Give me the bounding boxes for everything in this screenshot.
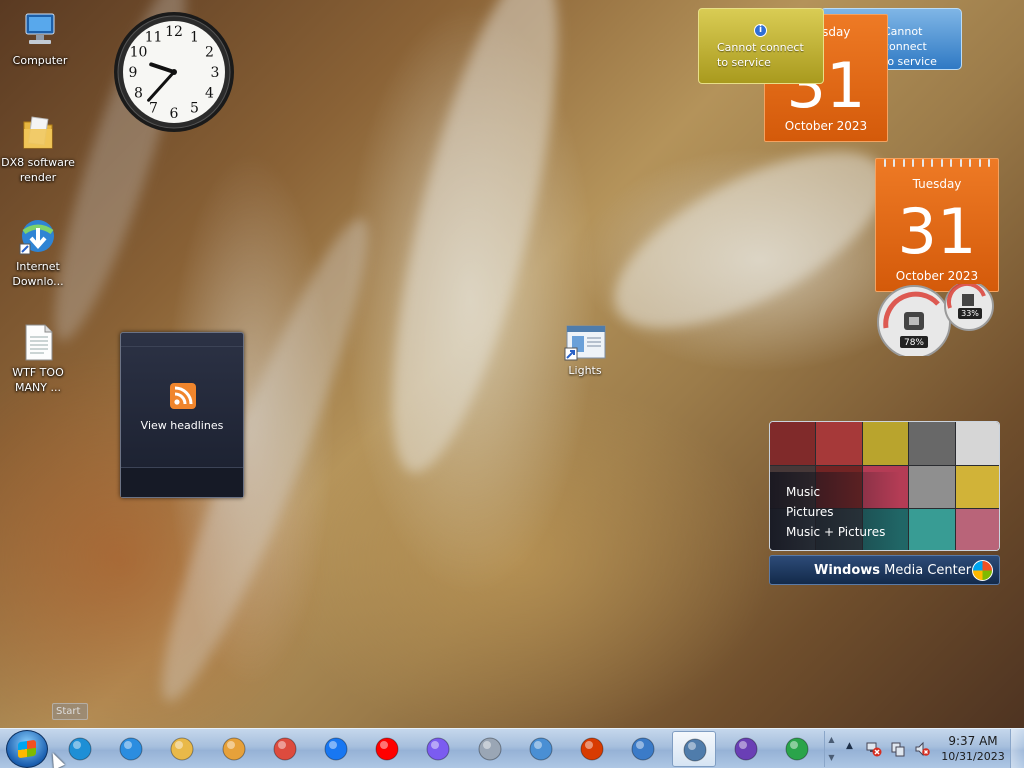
internet-download-manager-icon <box>783 736 811 762</box>
taskbar-button-control-panel[interactable] <box>519 731 563 767</box>
desktop-icon-computer[interactable]: Computer <box>2 10 78 68</box>
weather-error-text: Cannot connect to service <box>883 25 937 68</box>
start-tooltip: Start <box>52 703 88 720</box>
clock-number: 8 <box>134 86 143 102</box>
clock-number: 11 <box>145 30 163 46</box>
weather-error-text: Cannot connect to service <box>717 41 804 69</box>
facebook-icon <box>322 736 350 762</box>
taskbar-button-lights-app[interactable] <box>672 731 716 767</box>
media-center-title: Windows Media Center <box>814 563 972 578</box>
volume-muted-icon[interactable] <box>914 741 930 757</box>
taskbar-button-media-player[interactable] <box>212 731 256 767</box>
taskbar-scroll[interactable]: ▲ ▼ <box>824 731 838 767</box>
calendar-month-year: October 2023 <box>784 119 868 133</box>
scanner-icon <box>476 736 504 762</box>
desktop-icon-lights[interactable]: Lights <box>556 324 614 377</box>
copilot-icon <box>424 736 452 762</box>
clock-number: 4 <box>205 86 214 102</box>
text-document-icon <box>18 322 58 362</box>
control-panel-icon <box>527 736 555 762</box>
calendar-month-year: October 2023 <box>895 269 979 283</box>
calendar-gadget-front[interactable]: Tuesday 31 October 2023 <box>875 158 999 292</box>
remote-desktop-icon <box>629 736 657 762</box>
media-center-gadget[interactable]: Music Pictures Music + Pictures <box>769 421 1000 551</box>
memory-percent: 33% <box>961 309 979 318</box>
taskbar-button-chrome[interactable] <box>263 731 307 767</box>
desktop-icon-internet-download-manager[interactable]: Internet Downlo... <box>0 216 76 289</box>
wallpaper-streak <box>589 116 911 364</box>
clock-face: 12 12 3 45678 9 1011 <box>114 12 234 132</box>
media-item-music[interactable]: Music <box>786 485 820 499</box>
show-hidden-icons-button[interactable]: ▲ <box>846 741 853 751</box>
office-icon <box>578 736 606 762</box>
clock-number: 6 <box>170 106 179 122</box>
clock-number: 9 <box>129 65 138 81</box>
show-desktop-button[interactable] <box>1010 729 1024 768</box>
action-center-icon[interactable] <box>890 741 906 757</box>
taskbar-button-scanner[interactable] <box>468 731 512 767</box>
rss-gadget-footer <box>121 467 243 497</box>
media-center-icon <box>732 736 760 762</box>
desktop-icon-dx8-software-render[interactable]: DX8 software render <box>0 112 76 185</box>
chrome-icon <box>271 736 299 762</box>
internet-download-manager-icon <box>18 216 58 256</box>
desktop: Computer DX8 software render Internet Do… <box>0 0 1024 728</box>
scroll-up-icon[interactable]: ▲ <box>825 731 838 749</box>
taskbar-button-facebook[interactable] <box>314 731 358 767</box>
microsoft-edge-icon <box>66 736 94 762</box>
media-item-pictures[interactable]: Pictures <box>786 505 834 519</box>
clock-number: 1 <box>190 30 199 46</box>
clock-number: 2 <box>205 45 214 61</box>
lights-app-icon <box>681 737 709 763</box>
clock-number: 3 <box>211 65 220 81</box>
weather-gadget-gold[interactable]: i Cannot connect to service <box>698 8 824 84</box>
taskbar-button-microsoft-edge[interactable] <box>58 731 102 767</box>
youtube-icon <box>373 736 401 762</box>
computer-icon <box>20 10 60 50</box>
tray-clock-time[interactable]: 9:37 AM <box>938 734 1008 748</box>
lights-shortcut-icon <box>563 324 607 362</box>
clock-number: 12 <box>165 24 183 40</box>
rss-headlines-gadget[interactable]: View headlines <box>120 332 244 498</box>
memory-icon <box>962 294 974 306</box>
rss-feed-icon <box>170 383 196 409</box>
windows-media-center-bar[interactable]: Windows Media Center <box>769 555 1000 585</box>
taskbar-button-remote-desktop[interactable] <box>621 731 665 767</box>
media-player-icon <box>220 736 248 762</box>
cpu-meter-gadget[interactable]: 78% 33% <box>874 281 998 359</box>
network-error-icon[interactable] <box>866 741 882 757</box>
system-tray: ▲ 9:37 AM 10/31/2023 <box>842 729 1024 768</box>
folder-icon <box>18 112 58 152</box>
windows-logo-icon <box>972 560 993 581</box>
lights-label: Lights <box>568 364 602 377</box>
windows-logo-icon <box>18 739 36 759</box>
media-item-music-pictures[interactable]: Music + Pictures <box>786 525 885 539</box>
view-headlines-link[interactable]: View headlines <box>121 419 243 432</box>
calendar-day-number: 31 <box>897 195 977 268</box>
internet-explorer-icon <box>117 736 145 762</box>
taskbar-button-youtube[interactable] <box>365 731 409 767</box>
clock-number: 7 <box>149 101 158 117</box>
calendar-rings <box>876 159 998 169</box>
clock-gadget[interactable]: 12 1 2 3 4 5 6 7 8 9 10 11 <box>110 10 238 134</box>
taskbar-button-internet-explorer[interactable] <box>109 731 153 767</box>
taskbar-button-media-center[interactable] <box>724 731 768 767</box>
taskbar-button-copilot[interactable] <box>416 731 460 767</box>
desktop-icon-text-document[interactable]: WTF TOO MANY ... <box>0 322 76 395</box>
start-button[interactable] <box>6 730 48 768</box>
taskbar: ▲ ▼ ▲ 9:37 AM 10/31/2023 <box>0 728 1024 768</box>
taskbar-button-internet-download-manager[interactable] <box>775 731 819 767</box>
rss-gadget-header <box>121 333 243 347</box>
clock-number: 5 <box>190 101 199 117</box>
cpu-percent: 78% <box>904 338 924 348</box>
taskbar-button-office[interactable] <box>570 731 614 767</box>
clock-number: 10 <box>130 45 148 61</box>
file-explorer-icon <box>168 736 196 762</box>
scroll-down-icon[interactable]: ▼ <box>825 749 838 767</box>
taskbar-button-file-explorer[interactable] <box>160 731 204 767</box>
wallpaper-streak <box>358 0 592 486</box>
calendar-day-of-week: Tuesday <box>912 177 962 191</box>
tray-clock-date[interactable]: 10/31/2023 <box>938 750 1008 763</box>
info-icon: i <box>754 24 767 37</box>
